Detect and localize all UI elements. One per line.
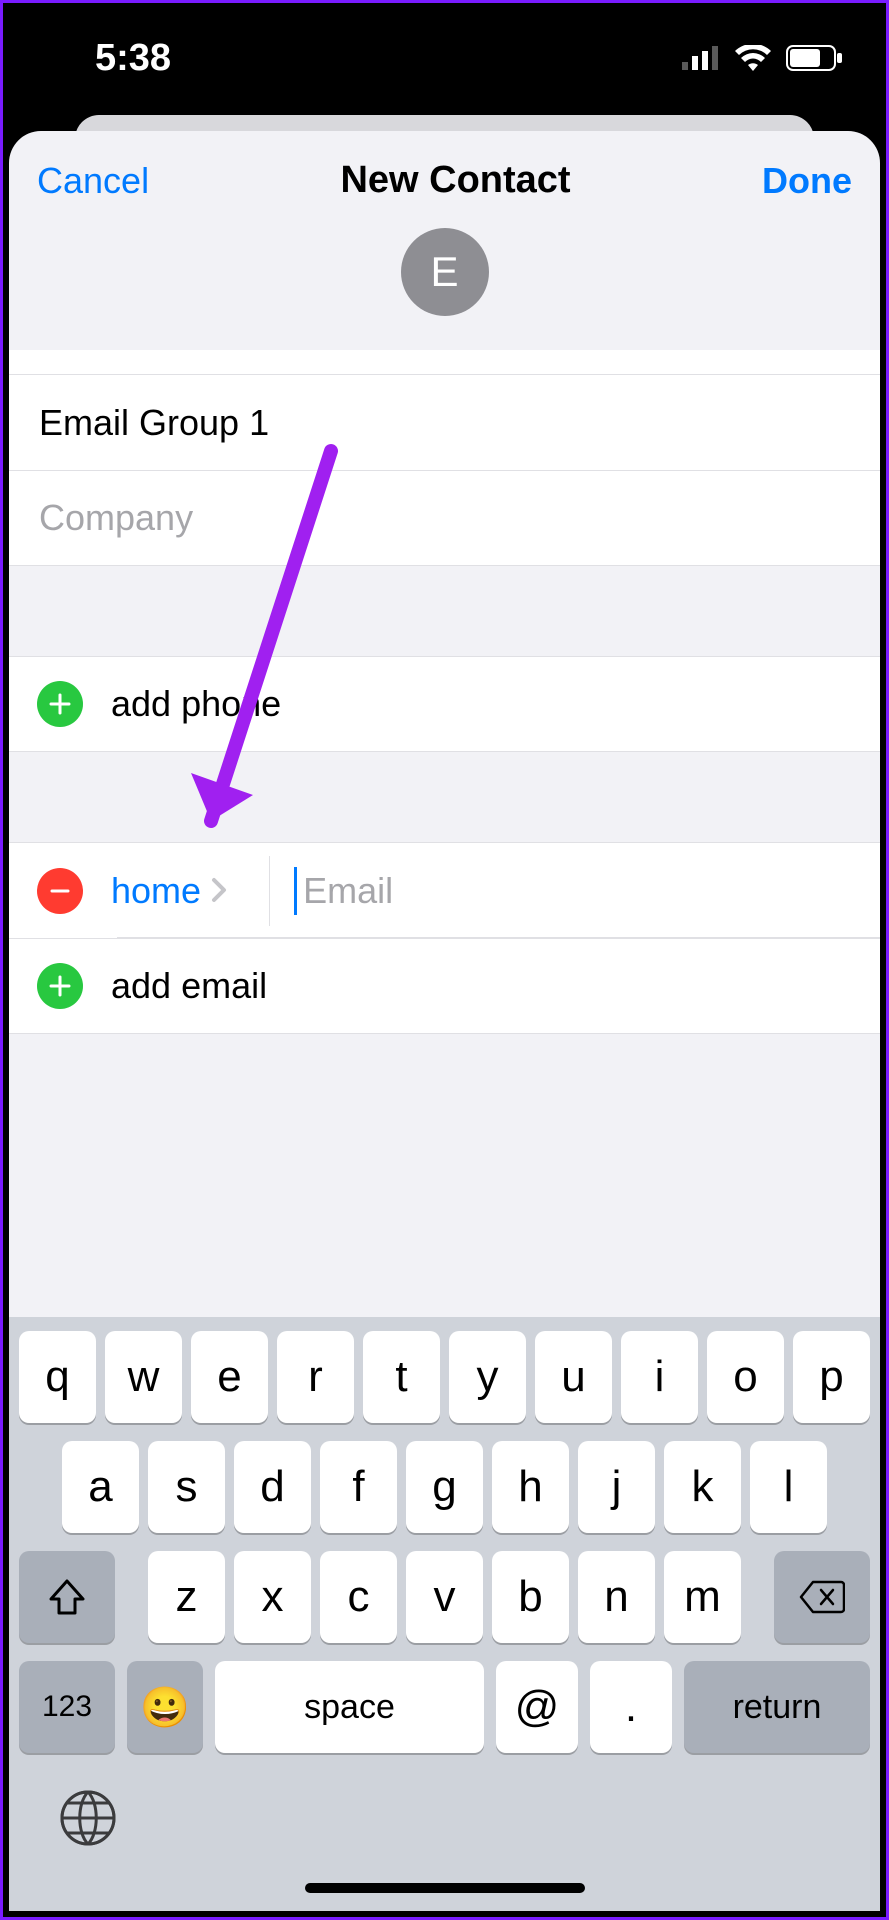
key-q[interactable]: q	[19, 1331, 96, 1423]
return-key[interactable]: return	[684, 1661, 870, 1753]
phone-section: add phone	[9, 656, 880, 752]
minus-icon[interactable]	[37, 868, 83, 914]
dot-key[interactable]: .	[590, 1661, 672, 1753]
space-key[interactable]: space	[215, 1661, 484, 1753]
avatar-initial: E	[430, 248, 458, 296]
cellular-icon	[682, 46, 720, 70]
add-phone-label: add phone	[111, 683, 281, 725]
add-phone-row[interactable]: add phone	[9, 656, 880, 752]
globe-icon[interactable]	[59, 1789, 117, 1847]
key-m[interactable]: m	[664, 1551, 741, 1643]
page-title: New Contact	[340, 159, 570, 202]
status-bar: 5:38	[3, 3, 886, 113]
key-w[interactable]: w	[105, 1331, 182, 1423]
key-v[interactable]: v	[406, 1551, 483, 1643]
contact-avatar[interactable]: E	[401, 228, 489, 316]
key-b[interactable]: b	[492, 1551, 569, 1643]
key-i[interactable]: i	[621, 1331, 698, 1423]
key-r[interactable]: r	[277, 1331, 354, 1423]
keyboard: qwertyuiop asdfghjkl zxcvbnm 123 😀 space…	[9, 1317, 880, 1911]
key-h[interactable]: h	[492, 1441, 569, 1533]
add-email-row[interactable]: add email	[9, 938, 880, 1034]
email-type-label: home	[111, 870, 201, 912]
wifi-icon	[734, 45, 772, 71]
company-input[interactable]	[37, 496, 852, 540]
emoji-icon: 😀	[140, 1684, 190, 1731]
add-email-label: add email	[111, 965, 267, 1007]
key-n[interactable]: n	[578, 1551, 655, 1643]
battery-icon	[786, 45, 844, 71]
key-d[interactable]: d	[234, 1441, 311, 1533]
key-f[interactable]: f	[320, 1441, 397, 1533]
key-c[interactable]: c	[320, 1551, 397, 1643]
key-s[interactable]: s	[148, 1441, 225, 1533]
name-row[interactable]	[9, 374, 880, 470]
text-cursor	[294, 867, 297, 915]
key-u[interactable]: u	[535, 1331, 612, 1423]
key-z[interactable]: z	[148, 1551, 225, 1643]
key-x[interactable]: x	[234, 1551, 311, 1643]
shift-icon	[47, 1577, 87, 1617]
backspace-icon	[799, 1580, 845, 1614]
shift-key[interactable]	[19, 1551, 115, 1643]
email-entry-row[interactable]: home	[9, 842, 880, 938]
chevron-right-icon	[211, 870, 227, 912]
email-section: home add email	[9, 842, 880, 1034]
numeric-key[interactable]: 123	[19, 1661, 115, 1753]
key-y[interactable]: y	[449, 1331, 526, 1423]
at-key[interactable]: @	[496, 1661, 578, 1753]
done-button[interactable]: Done	[762, 160, 852, 202]
key-j[interactable]: j	[578, 1441, 655, 1533]
key-g[interactable]: g	[406, 1441, 483, 1533]
company-row[interactable]	[9, 470, 880, 566]
key-t[interactable]: t	[363, 1331, 440, 1423]
emoji-key[interactable]: 😀	[127, 1661, 203, 1753]
delete-key[interactable]	[774, 1551, 870, 1643]
key-a[interactable]: a	[62, 1441, 139, 1533]
name-section	[9, 350, 880, 566]
plus-icon	[37, 681, 83, 727]
nav-bar: Cancel New Contact Done	[9, 131, 880, 218]
plus-icon	[37, 963, 83, 1009]
status-time: 5:38	[95, 37, 171, 80]
email-type-selector[interactable]: home	[111, 870, 245, 912]
status-icons	[682, 45, 844, 71]
key-k[interactable]: k	[664, 1441, 741, 1533]
key-e[interactable]: e	[191, 1331, 268, 1423]
home-indicator[interactable]	[305, 1883, 585, 1893]
key-o[interactable]: o	[707, 1331, 784, 1423]
new-contact-sheet: Cancel New Contact Done E add phone	[9, 131, 880, 1911]
key-p[interactable]: p	[793, 1331, 870, 1423]
name-input[interactable]	[37, 401, 852, 445]
email-input[interactable]	[301, 869, 852, 913]
key-l[interactable]: l	[750, 1441, 827, 1533]
cancel-button[interactable]: Cancel	[37, 160, 149, 202]
vertical-divider	[269, 856, 270, 926]
